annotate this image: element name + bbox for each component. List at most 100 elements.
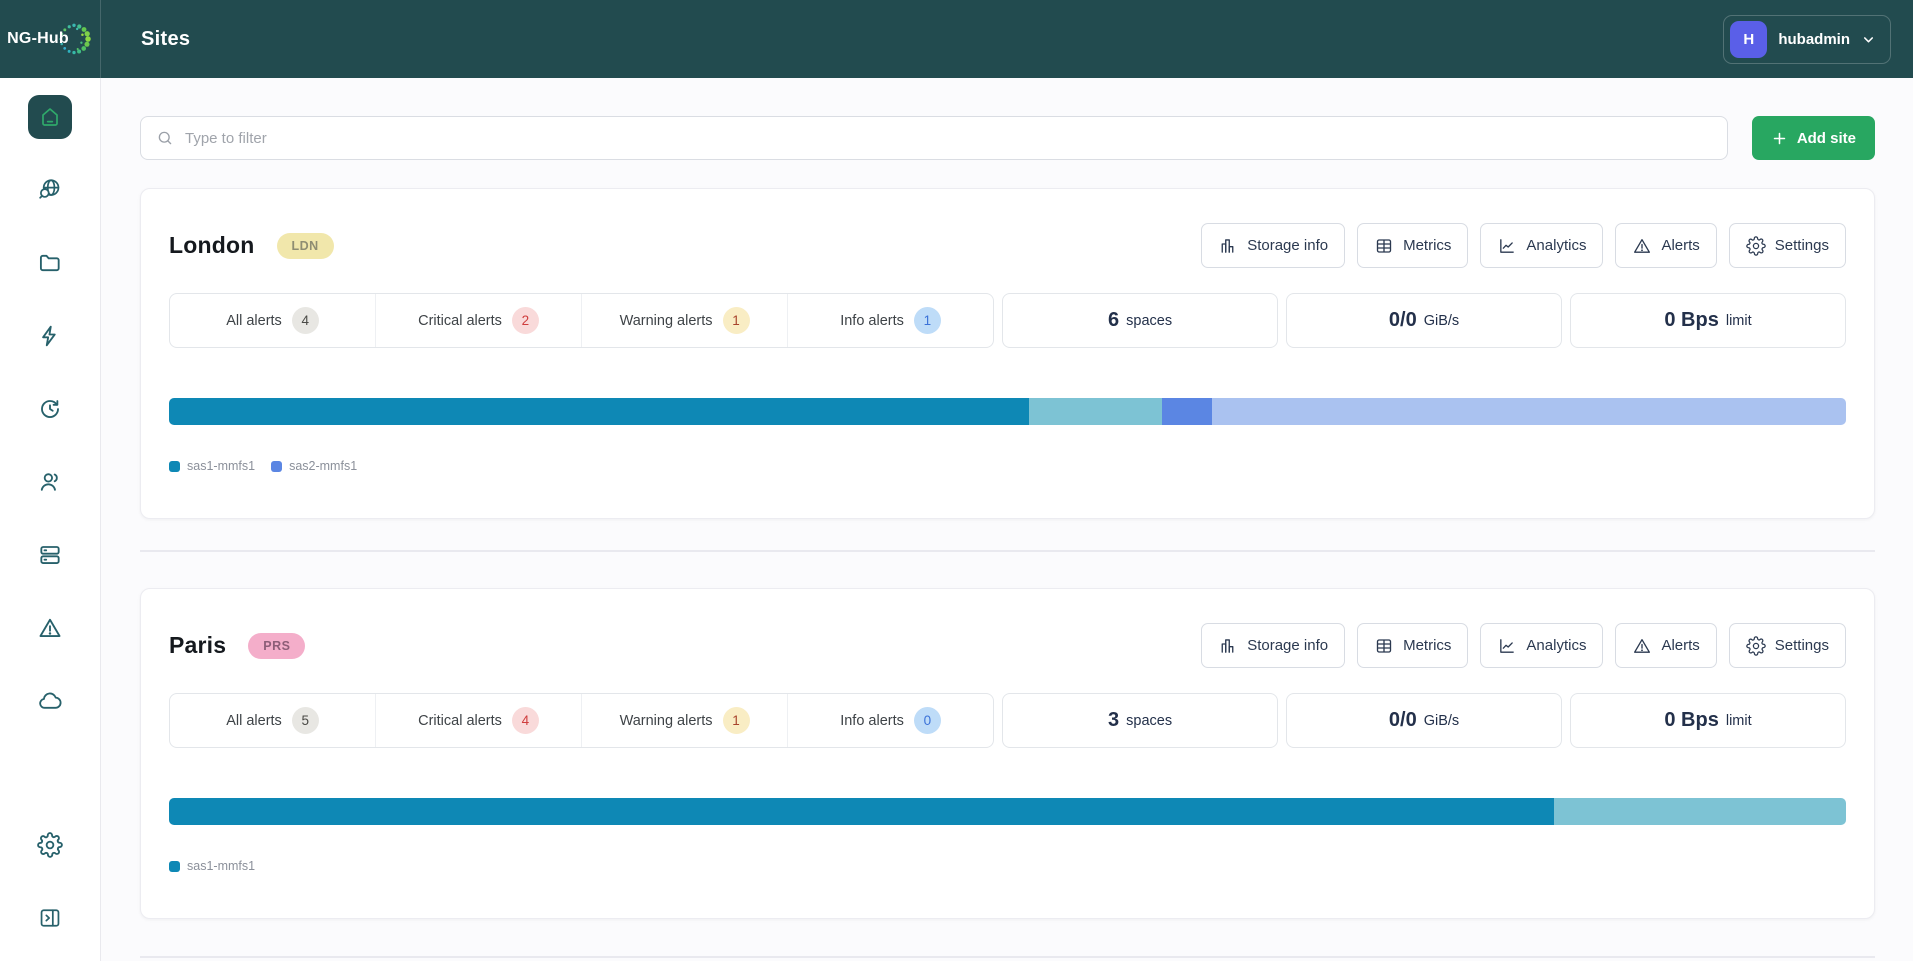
warning-alerts-label: Warning alerts xyxy=(620,713,713,729)
legend-label: sas2-mmfs1 xyxy=(289,459,357,473)
critical-alerts-cell[interactable]: Critical alerts 4 xyxy=(375,694,581,747)
settings-button[interactable]: Settings xyxy=(1729,623,1846,668)
legend-swatch xyxy=(271,461,282,472)
site-name: London xyxy=(169,232,255,259)
usage-bar-segment xyxy=(1162,398,1212,425)
sidebar-item-users[interactable] xyxy=(37,469,63,495)
site-stats-row: All alerts 4 Critical alerts 2 Warning a… xyxy=(169,293,1846,348)
settings-label: Settings xyxy=(1775,237,1829,254)
table-grid-icon xyxy=(1374,636,1394,656)
warning-alerts-cell[interactable]: Warning alerts 1 xyxy=(581,694,787,747)
explore-globe-icon xyxy=(37,177,63,203)
alerts-summary: All alerts 5 Critical alerts 4 Warning a… xyxy=(169,693,994,748)
usage-legend: sas1-mmfs1 sas2-mmfs1 xyxy=(169,459,1846,473)
settings-button[interactable]: Settings xyxy=(1729,223,1846,268)
alerts-label: Alerts xyxy=(1661,637,1699,654)
storage-info-button[interactable]: Storage info xyxy=(1201,623,1345,668)
users-icon xyxy=(37,469,63,495)
critical-alerts-count: 2 xyxy=(512,307,539,334)
sidebar xyxy=(0,78,101,961)
metrics-button[interactable]: Metrics xyxy=(1357,623,1468,668)
site-actions: Storage info Metrics Analytics Alerts xyxy=(1201,223,1846,268)
warning-alerts-count: 1 xyxy=(723,307,750,334)
metrics-button[interactable]: Metrics xyxy=(1357,223,1468,268)
legend-label: sas1-mmfs1 xyxy=(187,859,255,873)
legend-label: sas1-mmfs1 xyxy=(187,459,255,473)
metrics-label: Metrics xyxy=(1403,637,1451,654)
site-card-header: London LDN Storage info Metrics Analytic… xyxy=(169,223,1846,268)
storage-info-button[interactable]: Storage info xyxy=(1201,223,1345,268)
logo: NG-Hub xyxy=(0,0,101,78)
all-alerts-cell[interactable]: All alerts 5 xyxy=(170,694,375,747)
sidebar-item-history[interactable] xyxy=(37,396,63,422)
limit-stat: 0 Bps limit xyxy=(1570,293,1846,348)
sidebar-collapse-toggle[interactable] xyxy=(37,905,63,931)
user-menu[interactable]: H hubadmin xyxy=(1723,15,1891,64)
gear-icon xyxy=(1746,636,1766,656)
metrics-label: Metrics xyxy=(1403,237,1451,254)
warning-alerts-count: 1 xyxy=(723,707,750,734)
site-card-paris: Paris PRS Storage info Metrics Analytics xyxy=(140,588,1875,919)
legend-item: sas1-mmfs1 xyxy=(169,459,255,473)
spaces-value: 3 xyxy=(1108,709,1119,732)
sidebar-item-alerts[interactable] xyxy=(37,615,63,641)
sidebar-item-explore[interactable] xyxy=(37,177,63,203)
site-card-london: London LDN Storage info Metrics Analytic… xyxy=(140,188,1875,519)
collapse-sidebar-icon xyxy=(37,905,63,931)
info-alerts-label: Info alerts xyxy=(840,713,904,729)
sidebar-item-settings[interactable] xyxy=(37,832,63,858)
limit-stat: 0 Bps limit xyxy=(1570,693,1846,748)
alerts-summary: All alerts 4 Critical alerts 2 Warning a… xyxy=(169,293,994,348)
analytics-button[interactable]: Analytics xyxy=(1480,623,1603,668)
legend-item: sas1-mmfs1 xyxy=(169,859,255,873)
toolbar: Add site xyxy=(140,116,1875,160)
analytics-label: Analytics xyxy=(1526,237,1586,254)
info-alerts-cell[interactable]: Info alerts 0 xyxy=(787,694,993,747)
site-code-badge: LDN xyxy=(277,233,334,259)
filter-input[interactable] xyxy=(185,130,1712,147)
settings-gear-icon xyxy=(37,832,63,858)
sidebar-item-events[interactable] xyxy=(37,323,63,349)
home-icon xyxy=(38,105,62,129)
analytics-button[interactable]: Analytics xyxy=(1480,223,1603,268)
storage-usage-bar xyxy=(169,798,1846,825)
all-alerts-label: All alerts xyxy=(226,313,282,329)
sidebar-item-storage[interactable] xyxy=(37,542,63,568)
warning-alerts-cell[interactable]: Warning alerts 1 xyxy=(581,294,787,347)
all-alerts-count: 4 xyxy=(292,307,319,334)
limit-value: 0 Bps xyxy=(1664,709,1718,732)
plus-icon xyxy=(1771,130,1788,147)
usage-bar-segment xyxy=(169,798,1554,825)
site-card-header: Paris PRS Storage info Metrics Analytics xyxy=(169,623,1846,668)
info-alerts-cell[interactable]: Info alerts 1 xyxy=(787,294,993,347)
critical-alerts-cell[interactable]: Critical alerts 2 xyxy=(375,294,581,347)
site-code-badge: PRS xyxy=(248,633,305,659)
bar-chart-icon xyxy=(1218,636,1238,656)
spaces-value: 6 xyxy=(1108,309,1119,332)
history-clock-icon xyxy=(37,396,63,422)
limit-suffix: limit xyxy=(1726,313,1752,329)
alerts-button[interactable]: Alerts xyxy=(1615,623,1716,668)
throughput-suffix: GiB/s xyxy=(1424,713,1459,729)
card-divider xyxy=(140,550,1875,552)
all-alerts-count: 5 xyxy=(292,707,319,734)
storage-servers-icon xyxy=(37,542,63,568)
alerts-triangle-icon xyxy=(37,615,63,641)
site-actions: Storage info Metrics Analytics Alerts xyxy=(1201,623,1846,668)
legend-swatch xyxy=(169,461,180,472)
critical-alerts-count: 4 xyxy=(512,707,539,734)
sidebar-item-home[interactable] xyxy=(28,95,72,139)
info-alerts-label: Info alerts xyxy=(840,313,904,329)
add-site-button[interactable]: Add site xyxy=(1752,116,1875,160)
alerts-button[interactable]: Alerts xyxy=(1615,223,1716,268)
card-divider xyxy=(140,956,1875,958)
info-alerts-count: 0 xyxy=(914,707,941,734)
storage-info-label: Storage info xyxy=(1247,237,1328,254)
sidebar-item-folders[interactable] xyxy=(37,250,63,276)
sidebar-item-cloud[interactable] xyxy=(37,688,63,714)
all-alerts-cell[interactable]: All alerts 4 xyxy=(170,294,375,347)
alerts-label: Alerts xyxy=(1661,237,1699,254)
limit-suffix: limit xyxy=(1726,713,1752,729)
site-stats-row: All alerts 5 Critical alerts 4 Warning a… xyxy=(169,693,1846,748)
bar-chart-icon xyxy=(1218,236,1238,256)
